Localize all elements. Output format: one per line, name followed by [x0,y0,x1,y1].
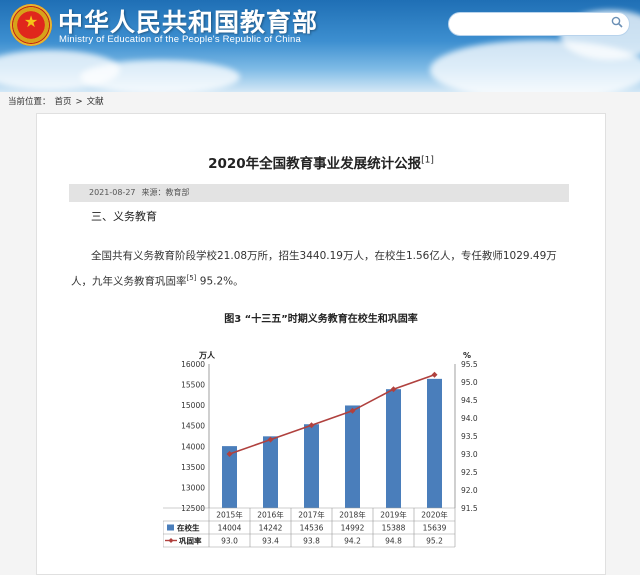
article-card: 2020年全国教育事业发展统计公报[1] 2021-08-27 来源：教育部 三、… [36,113,606,575]
category-label: 2020年 [421,510,448,520]
site-header: ★ 中华人民共和国教育部 Ministry of Education of th… [0,0,640,92]
left-tick-label: 12500 [181,504,205,513]
breadcrumb-prefix: 当前位置： [8,97,51,107]
left-axis-label: 万人 [198,350,216,360]
left-tick-label: 15000 [181,401,205,410]
enrollment-value: 14992 [341,524,365,533]
left-tick-label: 14000 [181,442,205,451]
right-tick-label: 91.5 [461,504,478,513]
breadcrumb-section-link[interactable]: 文献 [87,97,104,107]
enrollment-bar [427,378,442,508]
enrollment-bar [304,424,319,508]
enrollment-bar [263,436,278,508]
enrollment-bar [386,389,401,508]
right-tick-label: 95.5 [461,360,478,369]
enrollment-value: 15639 [423,524,447,533]
breadcrumb: 当前位置： 首页 > 文献 [8,95,108,107]
enrollment-chart: 万人 % 12500 13000 13500 14000 14500 15000 15500… [163,350,478,548]
right-tick-label: 95.0 [461,378,478,387]
category-label: 2018年 [339,510,366,520]
article-title: 2020年全国教育事业发展统计公报[1] [37,152,605,173]
publish-date: 2021-08-27 [89,188,136,197]
line-legend-marker [168,538,174,543]
section-heading: 三、义务教育 [91,210,157,223]
retention-rate-value: 94.8 [385,537,402,546]
retention-rate-value: 95.2 [426,537,443,546]
retention-rate-value: 93.0 [221,537,238,546]
retention-rate-line [229,374,435,455]
breadcrumb-separator: > [75,97,83,107]
footnote-link[interactable]: [1] [421,156,434,166]
left-tick-label: 14500 [181,422,205,431]
cloud-decoration [80,60,240,92]
enrollment-bar [345,405,360,508]
left-tick-label: 15500 [181,381,205,390]
retention-rate-value: 93.4 [262,537,279,546]
breadcrumb-home-link[interactable]: 首页 [55,97,72,107]
article-meta: 2021-08-27 来源：教育部 [69,184,569,202]
bar-legend-swatch [167,524,174,531]
enrollment-value: 14004 [218,524,242,533]
category-label: 2017年 [298,510,325,520]
category-label: 2019年 [380,510,407,520]
site-subtitle: Ministry of Education of the People's Re… [59,34,301,45]
right-tick-label: 94.5 [461,396,478,405]
article-paragraph: 全国共有义务教育阶段学校21.08万所，招生3440.19万人，在校生1.56亿… [71,245,571,293]
enrollment-value: 14242 [259,524,283,533]
figure-title: 图3 “十三五”时期义务教育在校生和巩固率 [224,314,418,325]
category-label: 2016年 [257,510,284,520]
paragraph-tail: 95.2%。 [196,275,244,288]
right-tick-label: 93.0 [461,450,478,459]
bar-legend-label: 在校生 [177,523,200,533]
article-source: 来源：教育部 [141,188,190,197]
star-icon: ★ [23,12,39,31]
left-tick-label: 16000 [181,360,205,369]
enrollment-value: 14536 [300,524,324,533]
article-title-text: 2020年全国教育事业发展统计公报 [208,156,422,172]
search-icon[interactable] [611,16,623,28]
category-label: 2015年 [216,510,243,520]
retention-rate-point [431,371,438,378]
left-tick-label: 13000 [181,483,205,492]
retention-rate-value: 94.2 [344,537,361,546]
national-emblem-icon[interactable]: ★ [10,4,52,46]
footnote-link[interactable]: [5] [187,274,197,282]
right-tick-label: 93.5 [461,432,478,441]
right-axis-label: % [463,351,471,360]
left-tick-label: 13500 [181,463,205,472]
right-tick-label: 92.5 [461,468,478,477]
enrollment-value: 15388 [382,524,406,533]
line-legend-label: 巩固率 [179,536,202,546]
search-input[interactable] [448,12,630,36]
right-tick-label: 92.0 [461,486,478,495]
retention-rate-value: 93.8 [303,537,320,546]
right-tick-label: 94.0 [461,414,478,423]
paragraph-text: 全国共有义务教育阶段学校21.08万所，招生3440.19万人，在校生1.56亿… [71,250,557,288]
